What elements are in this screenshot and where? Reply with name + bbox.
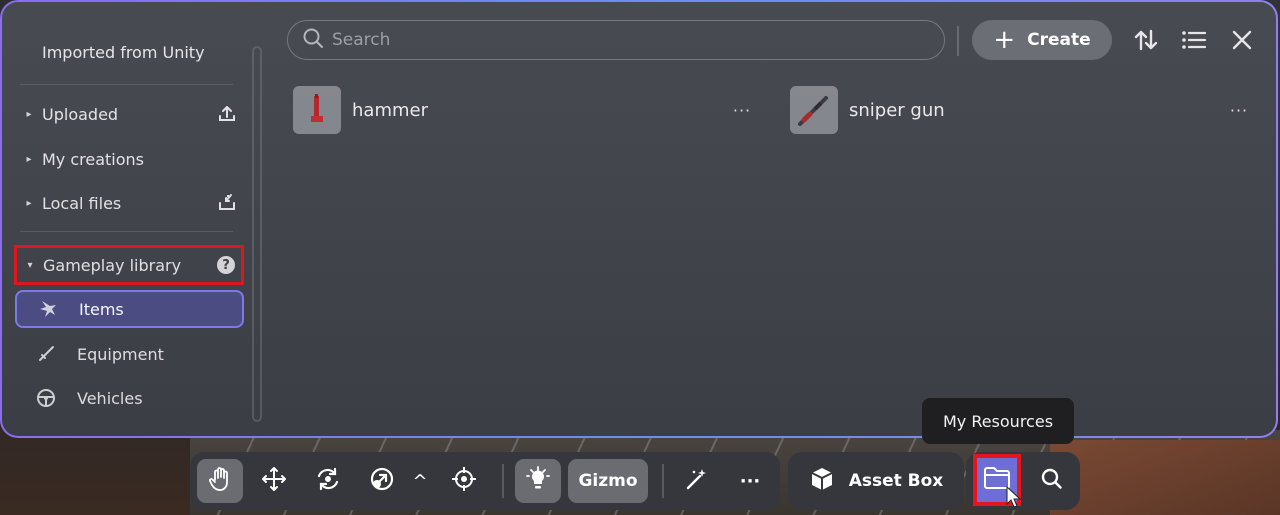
sidebar-divider: [20, 84, 233, 85]
gizmo-button[interactable]: Gizmo: [568, 459, 648, 503]
asset-name: hammer: [352, 99, 428, 121]
more-tools-button[interactable]: ···: [728, 459, 772, 503]
cube-icon: [809, 466, 835, 496]
hammer-thumbnail: [293, 86, 341, 134]
caret-right-icon: ▸: [26, 153, 32, 165]
magic-wand-button[interactable]: [674, 459, 718, 503]
asset-name: sniper gun: [849, 99, 945, 121]
sword-icon: [15, 344, 77, 364]
search-scene-button[interactable]: [1030, 459, 1074, 503]
local-import-icon[interactable]: [212, 193, 242, 213]
more-options-icon: ···: [739, 470, 761, 492]
close-icon[interactable]: [1228, 26, 1256, 54]
resources-panel: Imported from Unity ▸ Uploaded ▸ My crea…: [0, 0, 1278, 438]
toolbar-divider: [957, 26, 959, 56]
toolbar-separator: [662, 464, 664, 498]
hand-icon: [208, 466, 232, 496]
sort-icon[interactable]: [1132, 26, 1160, 54]
search-icon: [302, 27, 324, 53]
lighting-button[interactable]: [515, 459, 561, 503]
asset-more-options-icon[interactable]: ···: [729, 98, 755, 122]
gizmo-label: Gizmo: [578, 471, 638, 491]
move-arrows-icon: [261, 466, 287, 496]
hand-tool-button[interactable]: [197, 459, 243, 503]
sidebar-item-items[interactable]: Items: [15, 290, 244, 328]
sidebar-item-gameplay-library[interactable]: ▾ Gameplay library ?: [14, 245, 244, 285]
sidebar-item-uploaded[interactable]: ▸ Uploaded: [16, 96, 242, 132]
create-button[interactable]: + Create: [972, 20, 1112, 60]
asset-box-button[interactable]: Asset Box: [797, 459, 955, 503]
asset-more-options-icon[interactable]: ···: [1226, 98, 1252, 122]
sidebar-item-label: Vehicles: [77, 388, 143, 408]
sidebar-item-equipment[interactable]: Equipment: [15, 335, 244, 373]
rotate-icon: [315, 466, 341, 496]
toolbar-separator: [502, 464, 504, 498]
pivot-tool-button[interactable]: [442, 459, 486, 503]
search-bar[interactable]: [287, 20, 945, 60]
upload-icon[interactable]: [212, 104, 242, 124]
sidebar-item-label: Items: [79, 299, 124, 319]
caret-right-icon: ▸: [26, 197, 32, 209]
rotate-tool-button[interactable]: [306, 459, 350, 503]
asset-box-label: Asset Box: [848, 471, 944, 491]
mouse-cursor-icon: [1006, 485, 1022, 512]
asset-card-sniper-gun[interactable]: sniper gun: [790, 86, 945, 134]
sidebar-item-label: Equipment: [77, 344, 164, 364]
sidebar-divider: [20, 231, 233, 232]
search-input[interactable]: [332, 30, 944, 50]
scene-crate: [1050, 440, 1280, 515]
caret-right-icon: ▸: [26, 108, 32, 120]
scale-tool-button[interactable]: [360, 459, 404, 503]
sidebar-header[interactable]: Imported from Unity: [42, 43, 205, 62]
sparkle-star-icon: [17, 299, 79, 319]
sidebar-scrollbar[interactable]: [252, 46, 262, 422]
steering-wheel-icon: [15, 388, 77, 408]
magic-wand-icon: [683, 466, 709, 496]
sniper-gun-thumbnail: [790, 86, 838, 134]
sidebar-item-my-creations[interactable]: ▸ My creations: [16, 141, 242, 177]
chevron-up-icon: ^: [412, 470, 428, 492]
transform-options-button[interactable]: ^: [408, 459, 432, 503]
sidebar-item-label: Local files: [42, 193, 122, 213]
asset-card-hammer[interactable]: hammer: [293, 86, 428, 134]
sidebar-item-label: My creations: [42, 149, 145, 169]
move-tool-button[interactable]: [252, 459, 296, 503]
list-view-icon[interactable]: [1180, 26, 1208, 54]
my-resources-tooltip: My Resources: [922, 398, 1074, 444]
search-icon: [1040, 467, 1064, 495]
sidebar-item-local-files[interactable]: ▸ Local files: [16, 185, 242, 221]
scale-icon: [369, 466, 395, 496]
sidebar-item-label: Uploaded: [42, 104, 119, 124]
sidebar-item-label: Gameplay library: [43, 255, 182, 275]
sidebar: Imported from Unity ▸ Uploaded ▸ My crea…: [2, 2, 264, 436]
sidebar-item-vehicles[interactable]: Vehicles: [15, 379, 244, 417]
crosshair-icon: [451, 466, 477, 496]
lightbulb-icon: [526, 466, 550, 496]
help-icon[interactable]: ?: [217, 256, 235, 274]
caret-down-icon: ▾: [27, 259, 33, 271]
create-label: Create: [1027, 30, 1091, 50]
plus-icon: +: [993, 25, 1016, 55]
